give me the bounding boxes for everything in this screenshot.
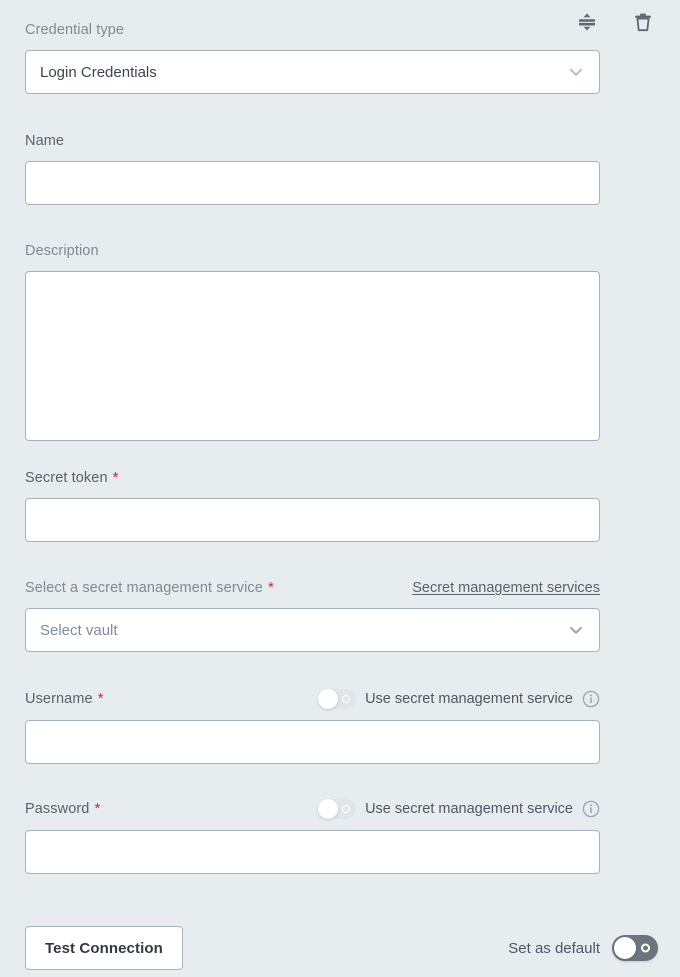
password-input[interactable] <box>25 830 600 874</box>
chevron-down-icon <box>567 621 585 639</box>
description-label: Description <box>25 241 99 261</box>
vault-select[interactable]: Select vault <box>25 608 600 652</box>
username-input[interactable] <box>25 720 600 764</box>
set-as-default-control: Set as default <box>508 935 658 961</box>
name-label-row: Name <box>25 131 600 151</box>
secret-management-service-label-row: Select a secret management service * Sec… <box>25 578 600 598</box>
toggle-indicator-dot <box>342 805 350 813</box>
credential-type-label: Credential type <box>25 20 124 40</box>
toggle-knob <box>614 937 636 959</box>
secret-token-required-mark: * <box>113 468 119 488</box>
username-use-secret-service-label: Use secret management service <box>365 691 573 707</box>
credential-type-value: Login Credentials <box>40 64 157 81</box>
form-footer: Test Connection Set as default <box>25 925 658 971</box>
credential-type-group: Credential type Login Credentials <box>25 20 600 94</box>
username-label-row: Username * Use secret management service <box>25 688 600 710</box>
credential-type-select[interactable]: Login Credentials <box>25 50 600 94</box>
password-required-mark: * <box>94 799 100 819</box>
toggle-indicator-dot <box>342 695 350 703</box>
password-use-secret-service-toggle[interactable] <box>318 799 356 819</box>
info-icon[interactable] <box>582 690 600 708</box>
trash-icon[interactable] <box>628 7 658 37</box>
set-as-default-label: Set as default <box>508 940 600 957</box>
password-secret-service-control: Use secret management service <box>318 799 600 819</box>
name-input[interactable] <box>25 161 600 205</box>
username-group: Username * Use secret management service <box>25 688 600 764</box>
credential-form-panel: Credential type Login Credentials Name D… <box>0 0 680 977</box>
username-label: Username <box>25 689 93 709</box>
secret-token-group: Secret token * <box>25 468 600 542</box>
description-label-row: Description <box>25 241 600 261</box>
password-group: Password * Use secret management service <box>25 798 600 874</box>
toggle-knob <box>318 689 338 709</box>
password-use-secret-service-label: Use secret management service <box>365 801 573 817</box>
secret-management-service-label: Select a secret management service <box>25 578 263 598</box>
name-label: Name <box>25 131 64 151</box>
description-textarea[interactable] <box>25 271 600 441</box>
secret-management-service-required-mark: * <box>268 578 274 598</box>
credential-type-label-row: Credential type <box>25 20 600 40</box>
secret-token-label: Secret token <box>25 468 108 488</box>
password-label-row: Password * Use secret management service <box>25 798 600 820</box>
vault-select-placeholder: Select vault <box>40 622 118 639</box>
info-icon[interactable] <box>582 800 600 818</box>
secret-token-label-row: Secret token * <box>25 468 600 488</box>
toggle-indicator-dot <box>641 944 650 953</box>
test-connection-button[interactable]: Test Connection <box>25 926 183 970</box>
secret-management-services-link[interactable]: Secret management services <box>412 578 600 598</box>
username-secret-service-control: Use secret management service <box>318 689 600 709</box>
name-group: Name <box>25 131 600 205</box>
secret-token-input[interactable] <box>25 498 600 542</box>
username-required-mark: * <box>98 689 104 709</box>
secret-management-service-group: Select a secret management service * Sec… <box>25 578 600 652</box>
set-as-default-toggle[interactable] <box>612 935 658 961</box>
description-group: Description <box>25 241 600 446</box>
toggle-knob <box>318 799 338 819</box>
chevron-down-icon <box>567 63 585 81</box>
password-label: Password <box>25 799 89 819</box>
username-use-secret-service-toggle[interactable] <box>318 689 356 709</box>
